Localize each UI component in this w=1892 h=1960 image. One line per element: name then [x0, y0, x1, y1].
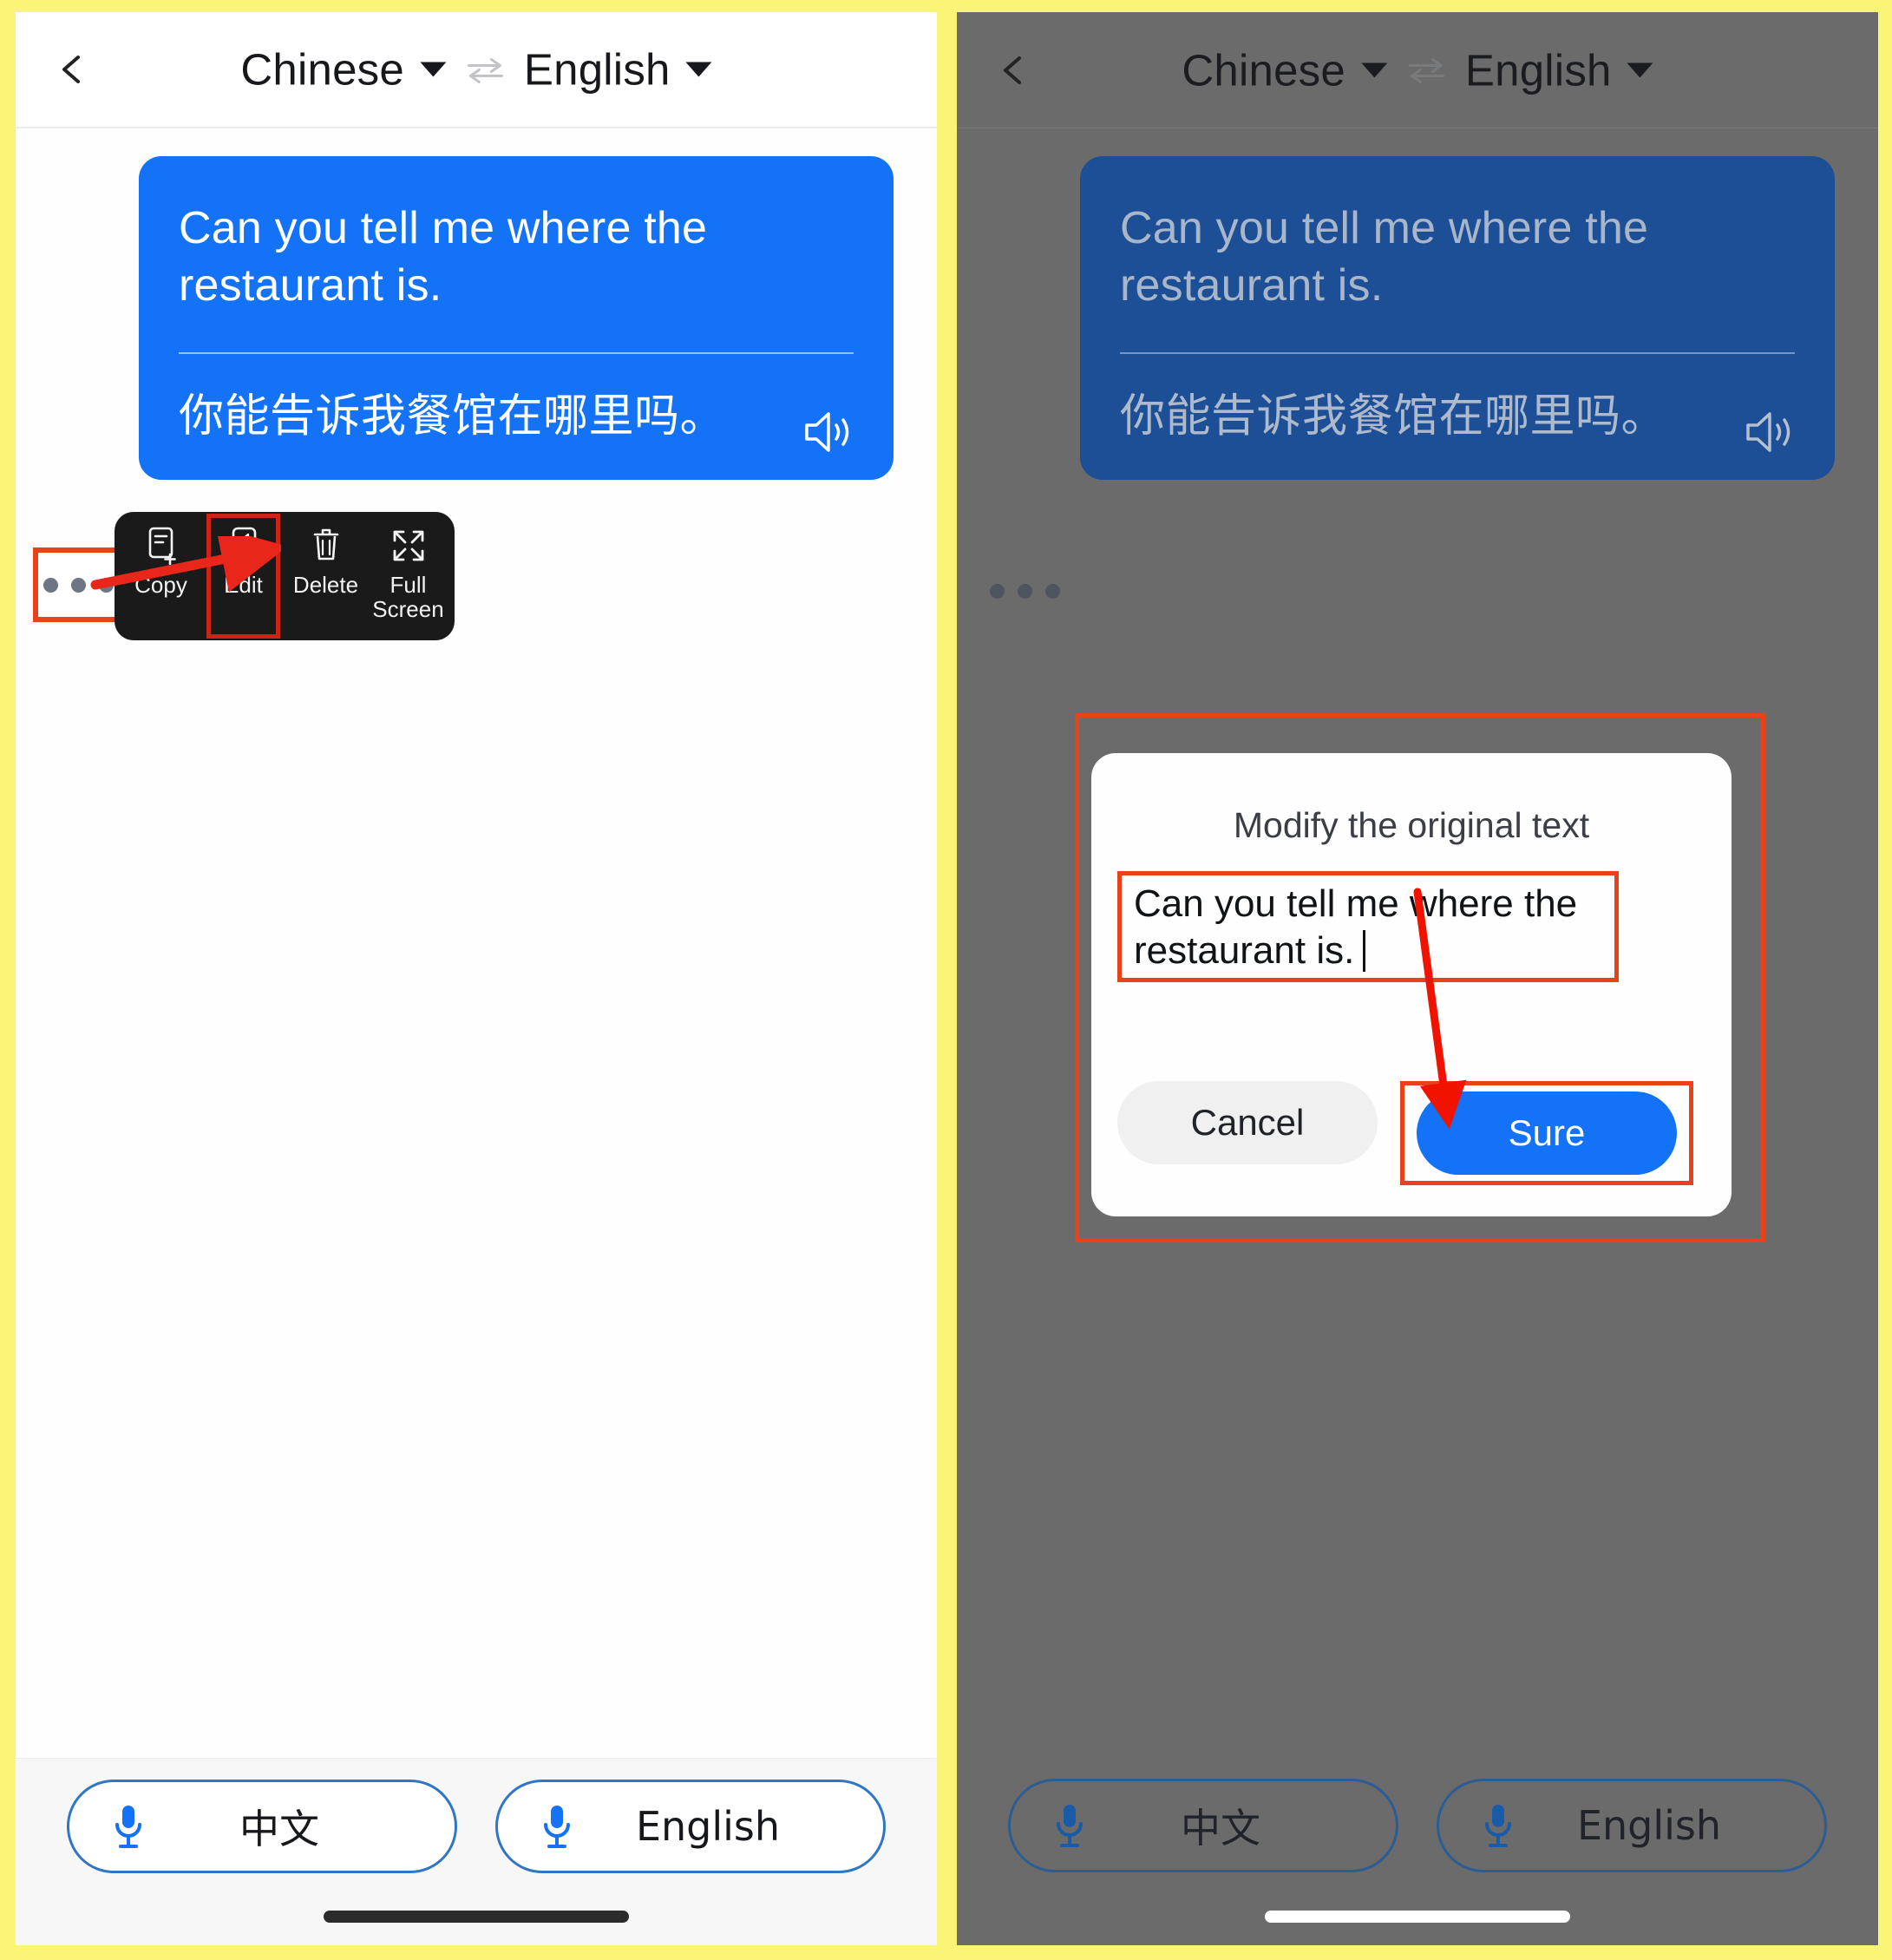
screenshot-frame: Chinese English Can you tell me where th… [0, 0, 1892, 1960]
mic-button-english[interactable]: English [1437, 1779, 1827, 1872]
back-button[interactable] [997, 53, 1031, 88]
chevron-down-icon [419, 62, 446, 77]
annotation-arrow-to-sure [1413, 888, 1467, 1130]
left-mic-bar: 中文 English [16, 1758, 937, 1945]
left-phone-screen: Chinese English Can you tell me where th… [16, 12, 937, 1945]
dialog-input-highlight: Can you tell me where the restaurant is. [1117, 871, 1619, 982]
language-selector-row: Chinese English [1182, 44, 1653, 95]
context-menu-label: Delete [292, 572, 359, 598]
context-menu-item-full-screen[interactable]: Full Screen [367, 512, 449, 640]
trash-icon [307, 526, 345, 566]
mic-button-row: 中文 English [957, 1779, 1878, 1872]
mic-button-chinese[interactable]: 中文 [1008, 1779, 1398, 1872]
bubble-divider [179, 352, 854, 355]
source-language-dropdown[interactable]: Chinese [1182, 44, 1387, 95]
microphone-icon [1052, 1801, 1087, 1850]
chevron-down-icon [1627, 62, 1653, 77]
home-indicator [1265, 1911, 1570, 1923]
more-horizontal-icon [989, 583, 1005, 599]
target-language-dropdown[interactable]: English [524, 44, 712, 95]
bubble-translated-text: 你能告诉我餐馆在哪里吗。 [179, 390, 726, 443]
original-text-input-value: Can you tell me where the restaurant is. [1134, 882, 1578, 972]
target-language-label: English [523, 44, 671, 95]
target-language-dropdown[interactable]: English [1465, 44, 1653, 95]
dialog-title: Modify the original text [1233, 805, 1590, 845]
fullscreen-expand-icon [390, 526, 428, 566]
more-horizontal-icon [1017, 583, 1032, 599]
translation-bubble[interactable]: Can you tell me where the restaurant is.… [139, 156, 894, 481]
mic-button-english[interactable]: English [495, 1780, 886, 1873]
source-language-label: Chinese [240, 44, 404, 95]
microphone-icon [540, 1802, 574, 1851]
microphone-icon [111, 1802, 146, 1851]
source-language-label: Chinese [1182, 45, 1345, 95]
original-text-input[interactable]: Can you tell me where the restaurant is. [1134, 881, 1602, 973]
cancel-button[interactable]: Cancel [1117, 1081, 1378, 1164]
mic-button-row: 中文 English [16, 1780, 937, 1873]
swap-arrows-icon[interactable] [1406, 56, 1446, 85]
bubble-translated-text: 你能告诉我餐馆在哪里吗。 [1120, 390, 1667, 443]
bubble-source-text: Can you tell me where the restaurant is. [1120, 203, 1649, 311]
speaker-icon[interactable] [802, 409, 855, 456]
target-language-label: English [1464, 45, 1612, 95]
right-mic-bar: 中文 English [957, 1758, 1878, 1945]
annotation-arrow-to-edit [90, 536, 281, 593]
language-selector-row: Chinese English [240, 44, 712, 95]
chevron-down-icon [685, 62, 712, 77]
context-menu-label: Full Screen [372, 572, 444, 623]
home-indicator [324, 1911, 629, 1923]
back-button[interactable] [56, 52, 90, 87]
more-horizontal-icon [43, 577, 58, 593]
speaker-icon [1743, 409, 1797, 456]
bubble-divider [1120, 352, 1795, 355]
source-language-dropdown[interactable]: Chinese [240, 44, 446, 95]
left-header: Chinese English [16, 12, 937, 128]
bubble-more-options-button [985, 559, 1064, 623]
chevron-down-icon [1360, 62, 1387, 77]
mic-button-chinese[interactable]: 中文 [67, 1780, 457, 1873]
translation-bubble: Can you tell me where the restaurant is.… [1080, 156, 1835, 481]
microphone-icon [1481, 1801, 1516, 1850]
more-horizontal-icon [70, 577, 86, 593]
left-conversation-area: Can you tell me where the restaurant is.… [16, 128, 937, 1758]
right-header: Chinese English [957, 12, 1878, 128]
swap-arrows-icon[interactable] [465, 55, 505, 84]
text-cursor [1363, 929, 1366, 972]
bubble-source-text: Can you tell me where the restaurant is. [179, 203, 708, 311]
context-menu-item-delete[interactable]: Delete [285, 512, 367, 640]
more-horizontal-icon [1044, 583, 1060, 599]
